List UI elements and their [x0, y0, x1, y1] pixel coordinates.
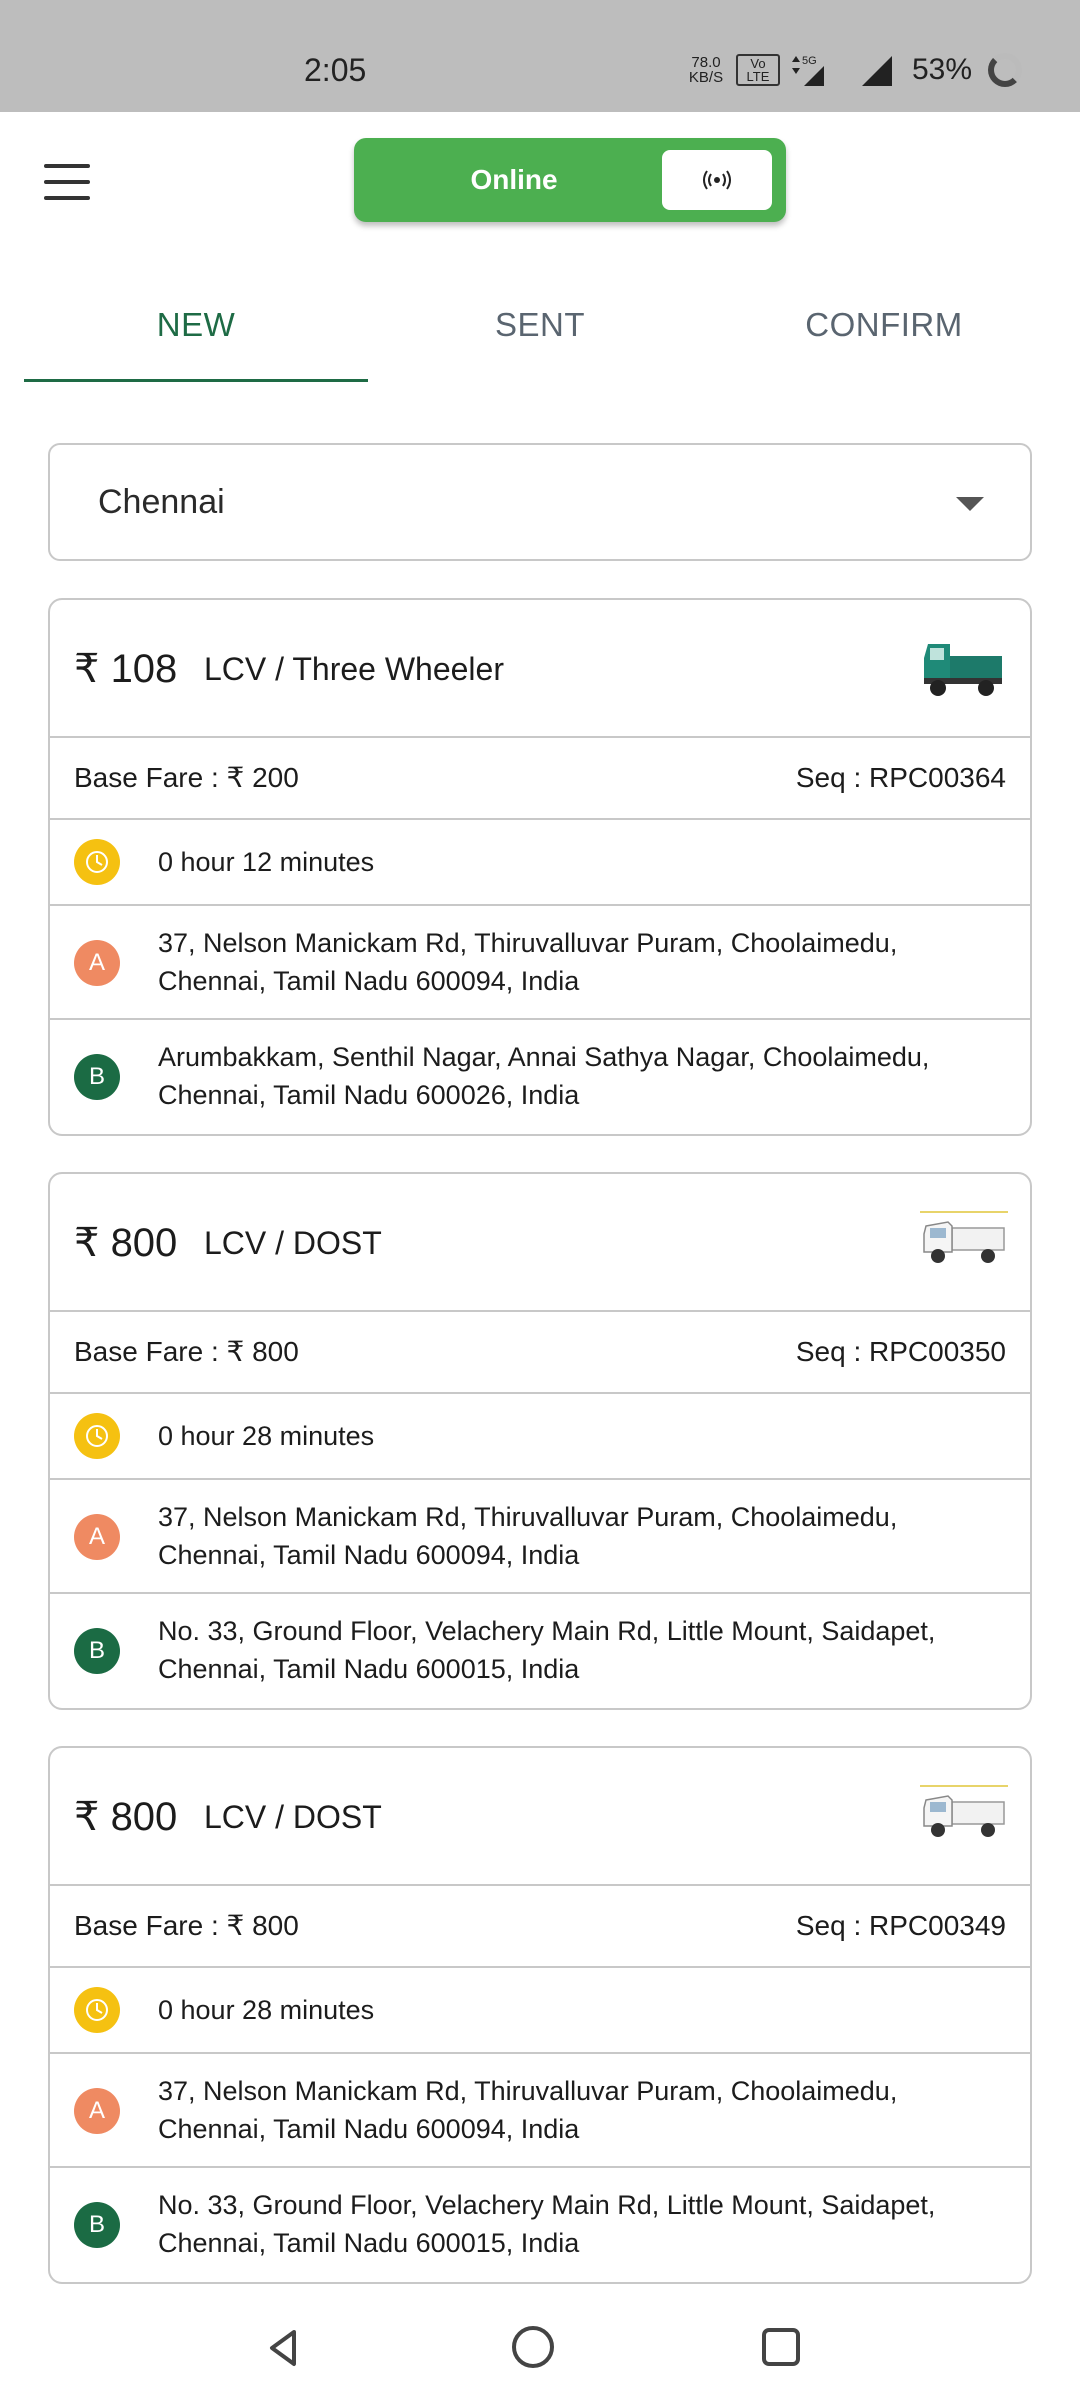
system-nav-bar: [0, 2300, 1080, 2400]
drop-marker-icon: B: [74, 2202, 120, 2248]
order-fare-row: Base Fare : ₹ 800 Seq : RPC00350: [50, 1312, 1030, 1394]
order-card-header: ₹ 800 LCV / DOST: [50, 1174, 1030, 1312]
order-price: ₹ 800: [74, 1795, 178, 1839]
drop-row: B Arumbakkam, Senthil Nagar, Annai Sathy…: [50, 1020, 1030, 1134]
order-duration-row: 0 hour 12 minutes: [50, 820, 1030, 906]
clock-icon: [74, 839, 120, 885]
order-duration-row: 0 hour 28 minutes: [50, 1394, 1030, 1480]
order-list: ₹ 108 LCV / Three Wheeler Base Fare : ₹ …: [48, 598, 1032, 2320]
city-dropdown-value: Chennai: [98, 483, 225, 521]
status-icons: 78.0 KB/S Vo LTE 5G 53%: [686, 50, 1023, 90]
order-fare-row: Base Fare : ₹ 800 Seq : RPC00349: [50, 1886, 1030, 1968]
volte-icon: Vo LTE: [736, 54, 780, 86]
status-time: 2:05: [304, 52, 367, 88]
status-bar: 2:05 78.0 KB/S Vo LTE 5G 53%: [0, 0, 1080, 112]
order-seq: Seq : RPC00350: [795, 1336, 1006, 1367]
pickup-marker-icon: A: [74, 940, 120, 986]
drop-address: Arumbakkam, Senthil Nagar, Annai Sathya …: [158, 1042, 930, 1110]
tab-confirm[interactable]: CONFIRM: [712, 290, 1056, 382]
order-card-header: ₹ 800 LCV / DOST: [50, 1748, 1030, 1886]
battery-percent: 53%: [912, 53, 973, 86]
drop-marker-icon: B: [74, 1054, 120, 1100]
drop-row: B No. 33, Ground Floor, Velachery Main R…: [50, 2168, 1030, 2282]
order-duration: 0 hour 28 minutes: [158, 1995, 375, 2025]
order-duration-row: 0 hour 28 minutes: [50, 1968, 1030, 2054]
pickup-marker-icon: A: [74, 2088, 120, 2134]
network-speed-unit: KB/S: [688, 69, 724, 86]
order-card[interactable]: ₹ 800 LCV / DOST Base Fare : ₹ 800 Seq :…: [48, 1746, 1032, 2284]
back-icon[interactable]: [262, 2326, 306, 2370]
broadcast-icon[interactable]: [662, 150, 772, 210]
order-seq: Seq : RPC00349: [795, 1910, 1006, 1941]
three-wheeler-truck-icon: [924, 644, 1002, 696]
order-card[interactable]: ₹ 800 LCV / DOST Base Fare : ₹ 800 Seq :…: [48, 1172, 1032, 1710]
order-fare-row: Base Fare : ₹ 200 Seq : RPC00364: [50, 738, 1030, 820]
online-toggle[interactable]: Online: [354, 138, 786, 222]
pickup-truck-icon: [920, 1211, 1008, 1263]
drop-row: B No. 33, Ground Floor, Velachery Main R…: [50, 1594, 1030, 1708]
clock-icon: [74, 1413, 120, 1459]
pickup-row: A 37, Nelson Manickam Rd, Thiruvalluvar …: [50, 1480, 1030, 1594]
order-seq: Seq : RPC00364: [795, 762, 1006, 793]
order-duration: 0 hour 12 minutes: [158, 847, 375, 877]
recent-apps-icon[interactable]: [762, 2328, 800, 2366]
network-speed: 78.0 KB/S: [686, 55, 726, 85]
base-fare: Base Fare : ₹ 800: [74, 1336, 299, 1367]
hamburger-menu-icon[interactable]: [44, 164, 90, 200]
order-price: ₹ 800: [74, 1221, 178, 1265]
city-dropdown[interactable]: Chennai: [48, 443, 1032, 561]
pickup-row: A 37, Nelson Manickam Rd, Thiruvalluvar …: [50, 2054, 1030, 2168]
base-fare: Base Fare : ₹ 200: [74, 762, 299, 793]
base-fare: Base Fare : ₹ 800: [74, 1910, 299, 1941]
order-vehicle-type: LCV / Three Wheeler: [204, 651, 504, 687]
signal-5g-icon: 5G: [792, 55, 824, 86]
pickup-address: 37, Nelson Manickam Rd, Thiruvalluvar Pu…: [158, 2076, 898, 2144]
order-price: ₹ 108: [74, 647, 178, 691]
pickup-address: 37, Nelson Manickam Rd, Thiruvalluvar Pu…: [158, 928, 898, 996]
drop-address: No. 33, Ground Floor, Velachery Main Rd,…: [158, 1616, 936, 1684]
app-header: Online: [0, 112, 1080, 262]
order-card[interactable]: ₹ 108 LCV / Three Wheeler Base Fare : ₹ …: [48, 598, 1032, 1136]
svg-text:5G: 5G: [802, 55, 817, 67]
online-label: Online: [470, 164, 558, 195]
pickup-marker-icon: A: [74, 1514, 120, 1560]
drop-marker-icon: B: [74, 1628, 120, 1674]
caret-down-icon: [956, 497, 984, 511]
tab-bar: NEW SENT CONFIRM: [24, 290, 1056, 382]
order-card-header: ₹ 108 LCV / Three Wheeler: [50, 600, 1030, 738]
pickup-truck-icon: [920, 1785, 1008, 1837]
drop-address: No. 33, Ground Floor, Velachery Main Rd,…: [158, 2190, 936, 2258]
signal-icon: [862, 56, 892, 86]
clock-icon: [74, 1987, 120, 2033]
order-duration: 0 hour 28 minutes: [158, 1421, 375, 1451]
tab-new[interactable]: NEW: [24, 290, 368, 382]
home-icon[interactable]: [512, 2326, 554, 2368]
order-vehicle-type: LCV / DOST: [204, 1799, 382, 1835]
pickup-address: 37, Nelson Manickam Rd, Thiruvalluvar Pu…: [158, 1502, 898, 1570]
battery-ring-icon: [988, 53, 1023, 87]
order-vehicle-type: LCV / DOST: [204, 1225, 382, 1261]
tab-sent[interactable]: SENT: [368, 290, 712, 382]
pickup-row: A 37, Nelson Manickam Rd, Thiruvalluvar …: [50, 906, 1030, 1020]
network-speed-value: 78.0: [691, 54, 721, 71]
